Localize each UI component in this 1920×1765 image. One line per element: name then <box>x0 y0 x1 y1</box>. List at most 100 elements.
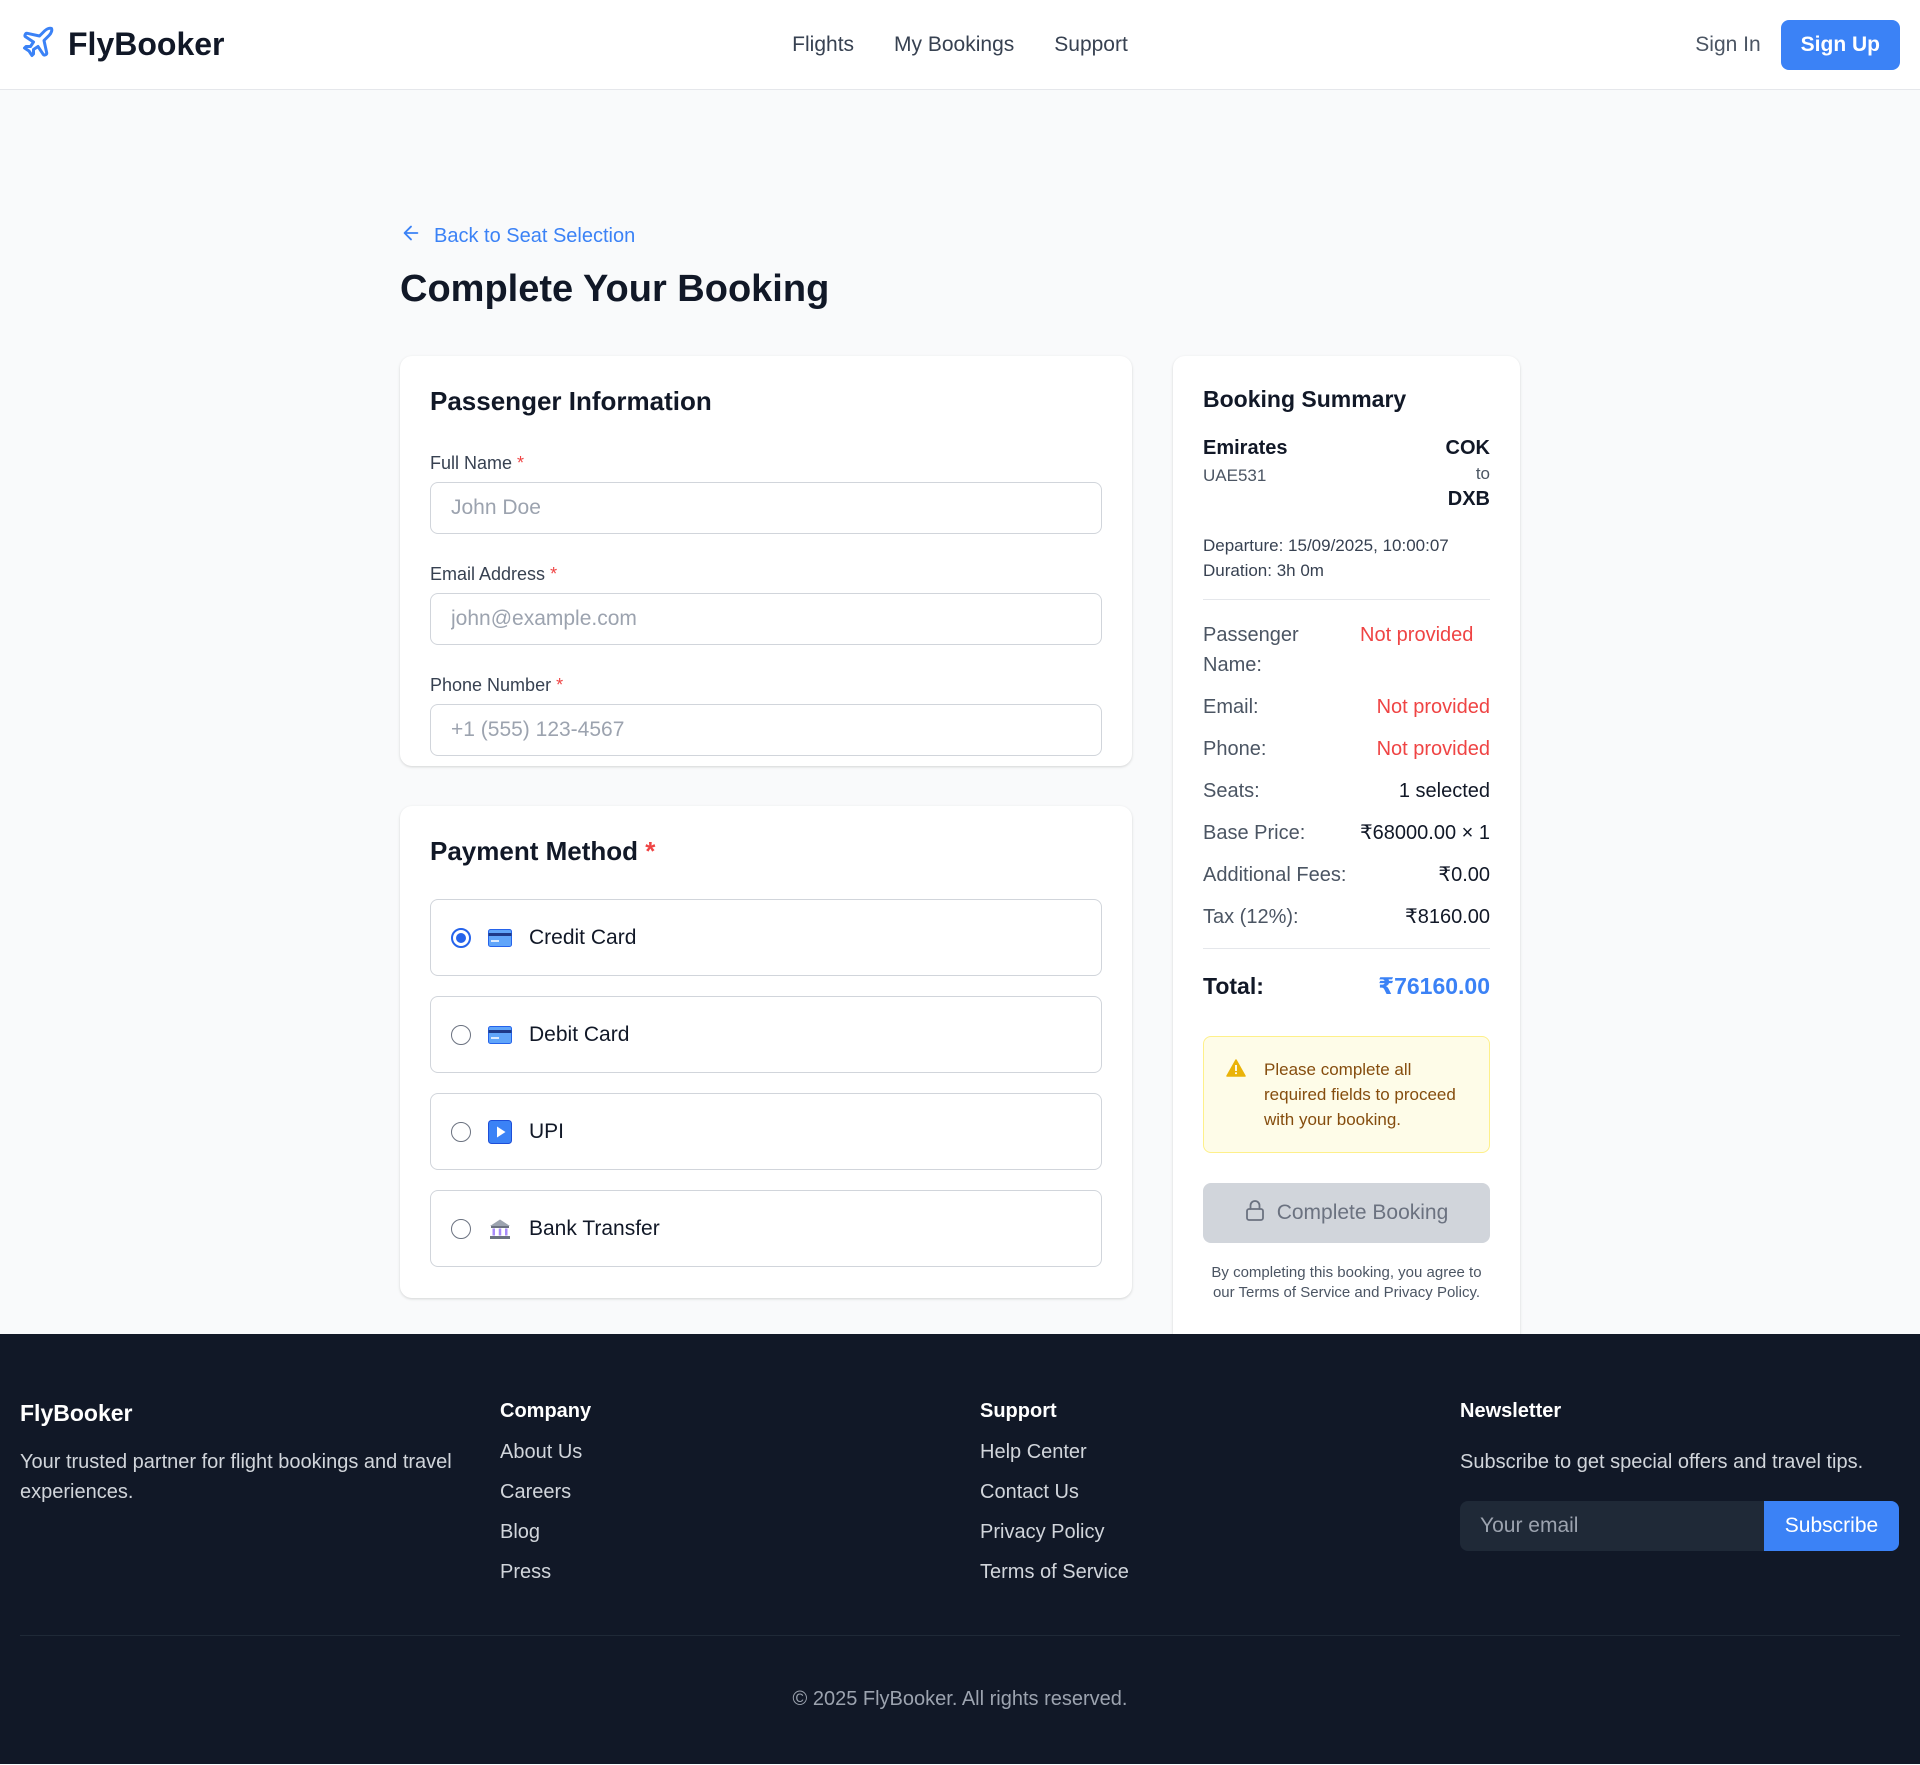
bank-icon <box>487 1216 513 1242</box>
footer-link-privacy-policy[interactable]: Privacy Policy <box>980 1517 1129 1547</box>
flight-number: UAE531 <box>1203 466 1267 485</box>
brand-logo[interactable]: FlyBooker <box>20 24 224 65</box>
summary-row-phone: Phone: Not provided <box>1203 734 1490 764</box>
required-marker: * <box>556 675 564 695</box>
radio-credit-card[interactable] <box>451 927 471 948</box>
footer-link-contact-us[interactable]: Contact Us <box>980 1477 1129 1507</box>
incomplete-fields-warning: Please complete all required fields to p… <box>1203 1036 1490 1153</box>
subscribe-button[interactable]: Subscribe <box>1764 1501 1899 1551</box>
complete-booking-button[interactable]: Complete Booking <box>1203 1183 1490 1243</box>
booking-summary-title: Booking Summary <box>1203 386 1407 412</box>
airline-name: Emirates <box>1203 437 1288 459</box>
phone-input[interactable] <box>430 704 1102 756</box>
route: COK to DXB <box>1446 437 1490 511</box>
summary-row-seats: Seats: 1 selected <box>1203 776 1490 806</box>
payment-option-label: UPI <box>529 1119 565 1143</box>
summary-rows: Passenger Name: Not provided Email: Not … <box>1203 620 1490 932</box>
airplane-icon <box>20 24 56 65</box>
footer-newsletter-column: Newsletter Subscribe to get special offe… <box>1460 1400 1900 1551</box>
passenger-information-title: Passenger Information <box>430 386 712 416</box>
summary-row-label: Base Price: <box>1203 822 1306 844</box>
flight-info: Emirates UAE531 COK to DXB <box>1203 437 1490 511</box>
radio-debit-card[interactable] <box>451 1024 471 1045</box>
phone-label: Phone Number * <box>430 675 1102 696</box>
newsletter-form: Subscribe <box>1460 1501 1900 1551</box>
sign-up-button[interactable]: Sign Up <box>1780 19 1900 70</box>
email-label: Email Address * <box>430 564 1102 585</box>
summary-row-label: Additional Fees: <box>1203 864 1347 886</box>
footer-brand: FlyBooker <box>20 1400 133 1426</box>
email-label-text: Email Address <box>430 564 546 584</box>
footer-company-title: Company <box>500 1400 592 1422</box>
complete-booking-label: Complete Booking <box>1276 1201 1449 1224</box>
auth-actions: Sign In Sign Up <box>1695 19 1900 70</box>
summary-row-additional-fees: Additional Fees: ₹0.00 <box>1203 860 1490 890</box>
footer-divider <box>20 1635 1900 1636</box>
main-nav: Flights My Bookings Support <box>792 33 1128 57</box>
flight-times: Departure: 15/09/2025, 10:00:07 Duration… <box>1203 533 1490 583</box>
departure-time: Departure: 15/09/2025, 10:00:07 <box>1203 536 1449 555</box>
payment-option-credit-card[interactable]: Credit Card <box>430 899 1102 976</box>
nav-my-bookings[interactable]: My Bookings <box>894 33 1014 57</box>
play-icon <box>487 1119 513 1145</box>
summary-row-tax: Tax (12%): ₹8160.00 <box>1203 902 1490 932</box>
footer-newsletter-title: Newsletter <box>1460 1400 1562 1422</box>
newsletter-email-input[interactable] <box>1460 1501 1764 1551</box>
payment-option-debit-card[interactable]: Debit Card <box>430 996 1102 1073</box>
terms-note: By completing this booking, you agree to… <box>1211 1264 1482 1301</box>
payment-option-label: Credit Card <box>529 925 637 949</box>
footer-tagline: Your trusted partner for flight bookings… <box>20 1451 452 1503</box>
airline-block: Emirates UAE531 <box>1203 437 1288 511</box>
summary-row-value: ₹68000.00 × 1 <box>1359 822 1490 844</box>
summary-row-passenger-name: Passenger Name: Not provided <box>1203 620 1490 680</box>
full-name-input[interactable] <box>430 482 1102 534</box>
footer-link-careers[interactable]: Careers <box>500 1477 591 1507</box>
summary-row-label: Phone: <box>1203 738 1267 760</box>
passenger-information-card: Passenger Information Full Name * Email … <box>400 356 1132 766</box>
email-input[interactable] <box>430 593 1102 645</box>
back-to-seat-selection-link[interactable]: Back to Seat Selection <box>400 222 635 250</box>
credit-card-icon <box>487 925 513 951</box>
arrow-left-icon <box>400 222 422 250</box>
summary-row-value: Not provided <box>1376 696 1490 718</box>
summary-row-label: Seats: <box>1203 780 1260 802</box>
lock-icon <box>1245 1199 1265 1227</box>
radio-upi[interactable] <box>451 1121 471 1142</box>
footer-link-blog[interactable]: Blog <box>500 1517 591 1547</box>
booking-summary-card: Booking Summary Emirates UAE531 COK to D… <box>1173 356 1520 1383</box>
sign-in-button[interactable]: Sign In <box>1695 33 1760 57</box>
nav-support[interactable]: Support <box>1054 33 1128 57</box>
required-marker: * <box>645 836 656 866</box>
top-nav: FlyBooker Flights My Bookings Support Si… <box>0 0 1920 90</box>
route-to-word: to <box>1475 464 1490 483</box>
destination-code: DXB <box>1447 488 1490 510</box>
warning-text: Please complete all required fields to p… <box>1264 1060 1456 1129</box>
summary-row-value: ₹0.00 <box>1438 864 1490 886</box>
footer-link-help-center[interactable]: Help Center <box>980 1437 1129 1467</box>
summary-row-label: Passenger Name: <box>1203 624 1299 676</box>
total-row: Total: ₹76160.00 <box>1203 973 1490 1000</box>
footer-company-column: Company About Us Careers Blog Press <box>500 1400 591 1587</box>
footer-link-about-us[interactable]: About Us <box>500 1437 591 1467</box>
payment-method-title: Payment Method * <box>430 836 1102 867</box>
summary-row-label: Tax (12%): <box>1203 906 1299 928</box>
site-footer: FlyBooker Your trusted partner for fligh… <box>0 1334 1920 1764</box>
payment-option-upi[interactable]: UPI <box>430 1093 1102 1170</box>
total-label: Total: <box>1203 973 1264 999</box>
footer-link-terms-of-service[interactable]: Terms of Service <box>980 1557 1129 1587</box>
payment-option-bank-transfer[interactable]: Bank Transfer <box>430 1190 1102 1267</box>
footer-link-press[interactable]: Press <box>500 1557 591 1587</box>
payment-method-card: Payment Method * Credit Card Debit Card … <box>400 806 1132 1298</box>
newsletter-text: Subscribe to get special offers and trav… <box>1460 1451 1864 1473</box>
nav-flights[interactable]: Flights <box>792 33 854 57</box>
copyright: © 2025 FlyBooker. All rights reserved. <box>792 1688 1128 1710</box>
summary-row-value: 1 selected <box>1398 780 1490 802</box>
origin-code: COK <box>1445 437 1490 459</box>
summary-row-value: ₹8160.00 <box>1404 906 1490 928</box>
checkout-main: Back to Seat Selection Complete Your Boo… <box>0 90 1920 1383</box>
page-title: Complete Your Booking <box>400 268 830 310</box>
payment-option-label: Bank Transfer <box>529 1216 660 1240</box>
footer-support-title: Support <box>980 1400 1057 1422</box>
radio-bank-transfer[interactable] <box>451 1218 471 1239</box>
divider <box>1203 599 1490 600</box>
